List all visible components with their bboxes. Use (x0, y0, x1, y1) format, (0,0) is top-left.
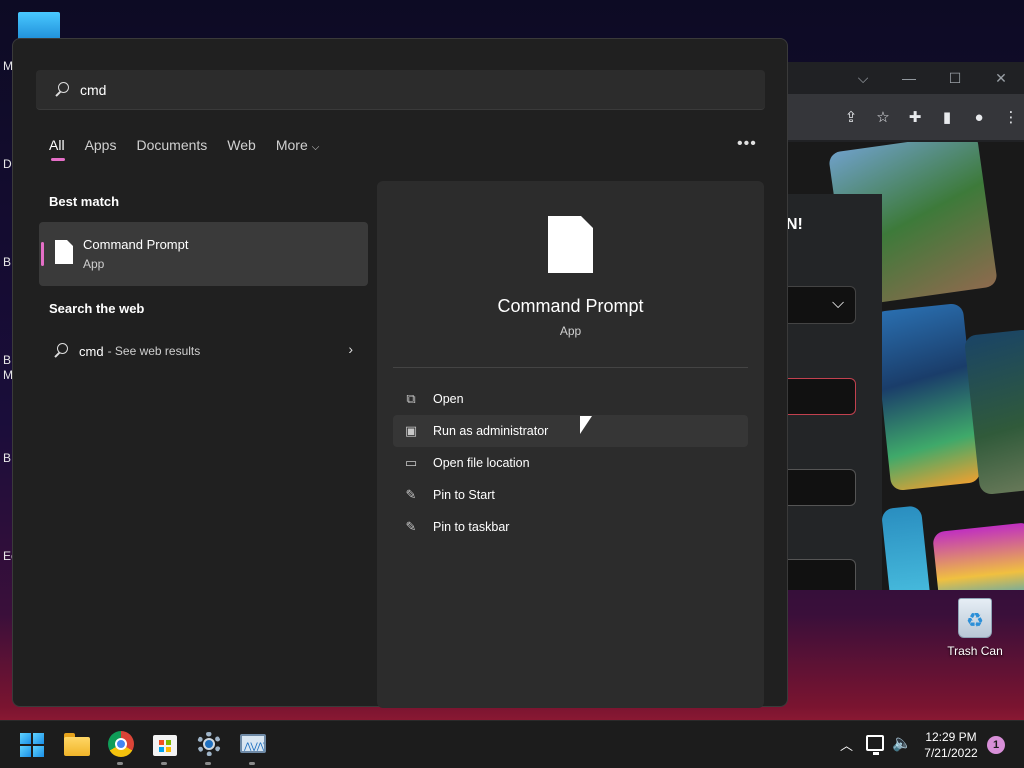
pin-icon: ✎ (405, 487, 417, 502)
filter-tabs: All Apps Documents Web More ⌵ (49, 137, 339, 161)
search-input[interactable]: cmd (36, 70, 765, 110)
open-file-location-action[interactable]: ▭ Open file location (393, 447, 748, 479)
action-label: Pin to Start (433, 488, 495, 502)
result-name: Command Prompt (83, 237, 189, 252)
extensions-icon[interactable]: ✚ (906, 108, 924, 126)
trash-label: Trash Can (947, 644, 1003, 658)
best-match-result[interactable]: Command Prompt App (39, 222, 368, 286)
resource-monitor-icon[interactable]: ⋀⋁⋀⋁ (240, 731, 266, 765)
open-external-icon: ⧉ (406, 391, 416, 406)
settings-icon[interactable] (196, 731, 222, 765)
web-suffix: - See web results (107, 344, 201, 358)
result-type: App (83, 257, 105, 271)
search-web-heading: Search the web (49, 301, 145, 316)
action-label: Open (433, 392, 464, 406)
tab-search-icon[interactable]: ⌵ (840, 70, 886, 87)
tab-more-label: More (275, 137, 308, 153)
detail-app-type: App (559, 324, 582, 338)
browser-titlebar[interactable]: ⌵ — ☐ ✕ (786, 62, 1024, 94)
password-field[interactable] (786, 469, 856, 506)
more-options-button[interactable]: ••• (737, 135, 757, 153)
game-artwork (872, 302, 982, 492)
gender-field[interactable] (786, 559, 856, 590)
tray-overflow-chevron-icon[interactable]: ︿ (840, 735, 853, 754)
username-field[interactable] (786, 378, 856, 415)
microsoft-store-icon[interactable] (152, 731, 178, 765)
trash-can-shortcut[interactable]: Trash Can (946, 598, 1004, 658)
web-term: cmd (79, 343, 104, 359)
tab-more[interactable]: More ⌵ (276, 137, 320, 161)
volume-icon[interactable]: 🔈 (892, 733, 912, 753)
tab-all[interactable]: All (49, 137, 65, 161)
pin-to-start-action[interactable]: ✎ Pin to Start (393, 479, 748, 511)
action-label: Open file location (433, 456, 530, 470)
menu-kebab-icon[interactable]: ⋮ (1002, 108, 1020, 126)
detail-pane: Command Prompt App ⧉ Open ▣ Run as admin… (377, 181, 764, 708)
pin-to-taskbar-action[interactable]: ✎ Pin to taskbar (393, 511, 748, 543)
taskbar: ⋀⋁⋀⋁ ︿ 🔈 12:29 PM 7/21/2022 1 (0, 720, 1024, 768)
search-icon (54, 81, 70, 98)
start-icon[interactable] (20, 733, 44, 757)
chrome-icon[interactable] (108, 731, 134, 765)
profile-icon[interactable]: ● (970, 108, 988, 126)
minimize-button[interactable]: — (886, 70, 932, 86)
browser-page: N! ⌵ (786, 142, 1024, 590)
clock[interactable]: 12:29 PM 7/21/2022 (916, 729, 986, 761)
tab-apps[interactable]: Apps (85, 137, 117, 161)
game-artwork (932, 521, 1024, 590)
search-panel: cmd All Apps Documents Web More ⌵ ••• Bes… (12, 38, 788, 708)
shield-admin-icon: ▣ (404, 423, 418, 438)
tab-web[interactable]: Web (227, 137, 256, 161)
app-file-icon (548, 216, 593, 273)
desktop-label: B (3, 255, 12, 269)
tab-documents[interactable]: Documents (136, 137, 207, 161)
chevron-down-icon: ⌵ (832, 295, 845, 312)
chevron-right-icon[interactable]: › (348, 341, 353, 357)
desktop-shortcut-icon[interactable] (18, 12, 60, 40)
search-query[interactable]: cmd (80, 82, 106, 98)
desktop-label: B (3, 353, 12, 367)
open-action[interactable]: ⧉ Open (393, 383, 748, 415)
file-explorer-icon[interactable] (64, 731, 90, 757)
notification-badge[interactable]: 1 (987, 736, 1005, 754)
folder-icon: ▭ (404, 455, 418, 470)
clock-time: 12:29 PM (925, 730, 977, 744)
action-label: Pin to taskbar (433, 520, 510, 534)
recycle-bin-icon (958, 598, 992, 638)
app-file-icon (55, 240, 73, 264)
close-button[interactable]: ✕ (978, 70, 1024, 87)
web-result[interactable]: cmd - See web results › (53, 341, 353, 361)
search-icon (53, 343, 69, 359)
browser-window[interactable]: ⌵ — ☐ ✕ ⇪ ☆ ✚ ▮ ● ⋮ N! ⌵ (786, 62, 1024, 590)
action-label: Run as administrator (433, 424, 549, 438)
share-icon[interactable]: ⇪ (842, 108, 860, 126)
side-panel-icon[interactable]: ▮ (938, 108, 956, 126)
action-list: ⧉ Open ▣ Run as administrator ▭ Open fil… (393, 383, 748, 543)
browser-toolbar: ⇪ ☆ ✚ ▮ ● ⋮ (786, 94, 1024, 140)
divider (393, 367, 748, 368)
birthday-select[interactable]: ⌵ (786, 286, 856, 324)
bookmark-star-icon[interactable]: ☆ (874, 108, 892, 126)
detail-app-name: Command Prompt (497, 296, 644, 316)
clock-date: 7/21/2022 (924, 746, 978, 760)
page-heading: N! (786, 216, 803, 233)
desktop-label: B (3, 451, 12, 465)
pin-icon: ✎ (405, 519, 417, 534)
network-icon[interactable] (866, 735, 884, 755)
maximize-button[interactable]: ☐ (932, 70, 978, 87)
game-artwork (880, 505, 932, 590)
best-match-heading: Best match (49, 194, 120, 209)
chevron-down-icon: ⌵ (311, 142, 320, 153)
run-as-admin-action[interactable]: ▣ Run as administrator (393, 415, 748, 447)
